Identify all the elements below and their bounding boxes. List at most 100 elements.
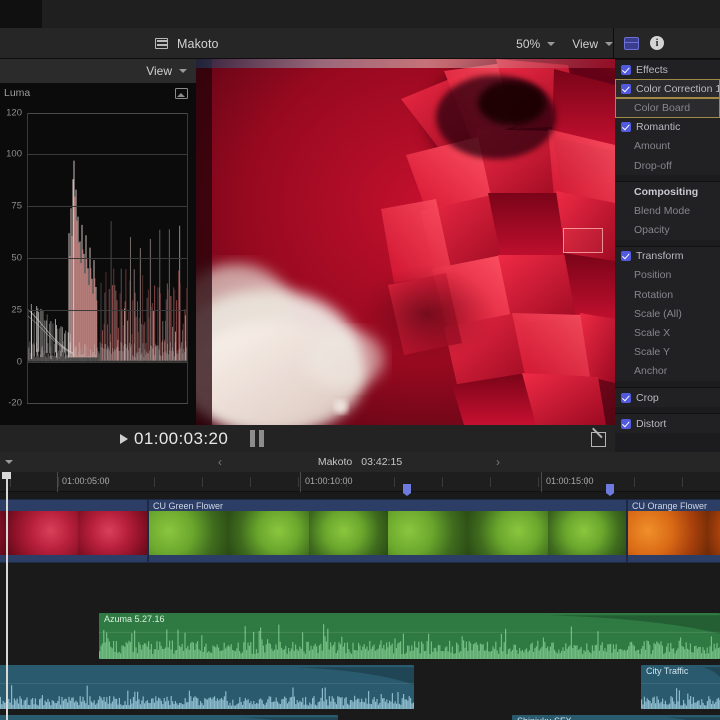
chevron-down-icon[interactable] bbox=[5, 460, 13, 464]
ruler-tick-label: 01:00:05:00 bbox=[62, 476, 110, 486]
clip-thumbnail bbox=[77, 511, 147, 555]
checkbox-icon[interactable] bbox=[621, 122, 631, 133]
inspector-row-scale-y[interactable]: Scale Y bbox=[615, 343, 720, 362]
scope-gridline bbox=[27, 154, 188, 156]
ruler-minor-tick bbox=[202, 477, 203, 487]
inspector-row-label: Distort bbox=[636, 417, 667, 430]
inspector-row-label: Amount bbox=[634, 140, 671, 153]
ruler-minor-tick bbox=[394, 477, 395, 487]
zoom-level-label: 50% bbox=[516, 36, 541, 51]
inspector-group-effects: Effects Color Correction 1 Color Board Roma… bbox=[615, 59, 720, 176]
scope-axis-label: 0 bbox=[16, 356, 22, 368]
playhead-timecode[interactable]: 01:00:03:20 bbox=[134, 429, 228, 449]
inspector-row-scale-all[interactable]: Scale (All) bbox=[615, 304, 720, 323]
checkbox-icon[interactable] bbox=[621, 418, 631, 429]
scope-channel-label: Luma bbox=[4, 87, 31, 99]
film-strip-icon bbox=[155, 38, 168, 49]
scope-gridline bbox=[27, 206, 188, 208]
audio-waveform bbox=[240, 717, 338, 720]
clip-thumbnails bbox=[0, 511, 147, 555]
waveform-scope[interactable]: Luma 120 100 75 50 25 0 -20 bbox=[0, 83, 196, 425]
timeline-marker[interactable] bbox=[403, 484, 411, 496]
chevron-down-icon bbox=[605, 41, 613, 46]
inspector-row-label: Color Correction 1 bbox=[636, 82, 720, 95]
ruler-minor-tick bbox=[442, 477, 443, 487]
clip-thumbnail bbox=[308, 511, 389, 555]
inspector-row-amount[interactable]: Amount bbox=[615, 137, 720, 156]
inspector-group-crop: Crop bbox=[615, 387, 720, 408]
timeline-audio-clip[interactable] bbox=[0, 665, 414, 709]
final-cut-pro-window: Makoto 50% View i View Luma 120 100 75 5… bbox=[0, 0, 720, 720]
inspector-group-transform: Transform Position Rotation Scale (All) Scal… bbox=[615, 245, 720, 381]
fullscreen-icon[interactable] bbox=[591, 432, 606, 447]
inspector-row-color-correction-1[interactable]: Color Correction 1 bbox=[615, 79, 720, 99]
chevron-left-icon[interactable]: ‹ bbox=[218, 455, 222, 469]
chevron-down-icon bbox=[547, 41, 556, 46]
pause-icon[interactable] bbox=[250, 430, 264, 447]
checkbox-icon[interactable] bbox=[621, 392, 631, 403]
zoom-level-dropdown[interactable]: 50% bbox=[516, 36, 556, 51]
scope-image-icon[interactable] bbox=[175, 88, 188, 99]
timeline-project-name: Makoto bbox=[317, 456, 353, 468]
clip-thumbnail bbox=[628, 511, 708, 555]
checkbox-icon[interactable] bbox=[621, 64, 631, 75]
inspector-row-drop-off[interactable]: Drop-off bbox=[615, 156, 720, 175]
checkbox-icon[interactable] bbox=[621, 251, 631, 262]
view-dropdown[interactable]: View bbox=[572, 37, 613, 51]
timeline-audio-clip[interactable]: Shinjuku SFX bbox=[512, 715, 720, 720]
inspector-row-anchor[interactable]: Anchor bbox=[615, 362, 720, 381]
inspector-row-romantic[interactable]: Romantic bbox=[615, 118, 720, 137]
inspector-row-label: Drop-off bbox=[634, 159, 672, 172]
inspector-row-position[interactable]: Position bbox=[615, 266, 720, 285]
scope-gridline bbox=[27, 403, 188, 404]
window-chrome-bar bbox=[0, 0, 720, 28]
timeline-audio-clip[interactable]: Azuma 5.27.16 bbox=[99, 613, 720, 659]
chrome-notch bbox=[0, 0, 42, 28]
inspector-row-scale-x[interactable]: Scale X bbox=[615, 323, 720, 342]
ruler-minor-tick bbox=[298, 477, 299, 487]
timeline-video-clip[interactable]: CU Orange Flower bbox=[627, 499, 720, 563]
timeline-tracks[interactable]: CU Green Flower CU Orange Flower Azuma 5.2… bbox=[0, 472, 720, 720]
inspector-row-compositing[interactable]: Compositing bbox=[615, 182, 720, 201]
play-icon[interactable] bbox=[120, 433, 128, 444]
inspector-row-opacity[interactable]: Opacity bbox=[615, 221, 720, 240]
inspector-row-color-board[interactable]: Color Board bbox=[615, 98, 720, 118]
ruler-tick-label: 01:00:10:00 bbox=[305, 476, 353, 486]
timeline-marker[interactable] bbox=[606, 484, 614, 496]
inspector-row-crop[interactable]: Crop bbox=[615, 388, 720, 407]
timeline-audio-clip[interactable]: City Traffic bbox=[641, 665, 720, 709]
chevron-right-icon[interactable]: › bbox=[496, 455, 500, 469]
clip-thumbnail bbox=[6, 511, 78, 555]
clip-thumbnail bbox=[468, 511, 549, 555]
inspector-row-distort[interactable]: Distort bbox=[615, 414, 720, 433]
crop-selection-rectangle[interactable] bbox=[563, 228, 603, 253]
chevron-down-icon bbox=[179, 69, 187, 73]
split-panel-icon[interactable] bbox=[624, 36, 639, 50]
timeline-playhead[interactable] bbox=[3, 472, 10, 720]
timeline-header: ‹ Makoto 03:42:15 › bbox=[0, 452, 720, 472]
inspector-row-blend-mode[interactable]: Blend Mode bbox=[615, 201, 720, 220]
clip-thumbnails bbox=[628, 511, 720, 555]
inspector-row-label: Scale X bbox=[634, 327, 671, 340]
viewer-canvas[interactable] bbox=[196, 59, 615, 425]
red-dahlia-image bbox=[196, 59, 615, 425]
inspector-row-effects[interactable]: Effects bbox=[615, 60, 720, 79]
inspector-row-label: Opacity bbox=[634, 224, 670, 237]
timeline-video-clip[interactable]: CU Green Flower bbox=[148, 499, 627, 563]
clip-label: Shinjuku SFX bbox=[517, 716, 572, 720]
ruler-minor-tick bbox=[58, 477, 59, 487]
checkbox-icon[interactable] bbox=[621, 83, 631, 94]
viewer-toolbar: Makoto 50% View bbox=[0, 28, 720, 59]
inspector-group-distort: Distort bbox=[615, 413, 720, 434]
timeline-video-clip[interactable] bbox=[0, 499, 148, 563]
inspector-row-transform[interactable]: Transform bbox=[615, 247, 720, 266]
scope-axis-label: 100 bbox=[6, 148, 22, 160]
info-icon[interactable]: i bbox=[650, 36, 664, 50]
inspector-row-rotation[interactable]: Rotation bbox=[615, 285, 720, 304]
viewer-controls: 50% View bbox=[516, 28, 613, 59]
scope-view-dropdown[interactable]: View bbox=[146, 64, 187, 78]
timeline-audio-clip[interactable] bbox=[0, 715, 338, 720]
audio-waveform bbox=[99, 615, 720, 659]
inspector-row-label: Position bbox=[634, 269, 672, 282]
project-title: Makoto bbox=[177, 36, 219, 51]
